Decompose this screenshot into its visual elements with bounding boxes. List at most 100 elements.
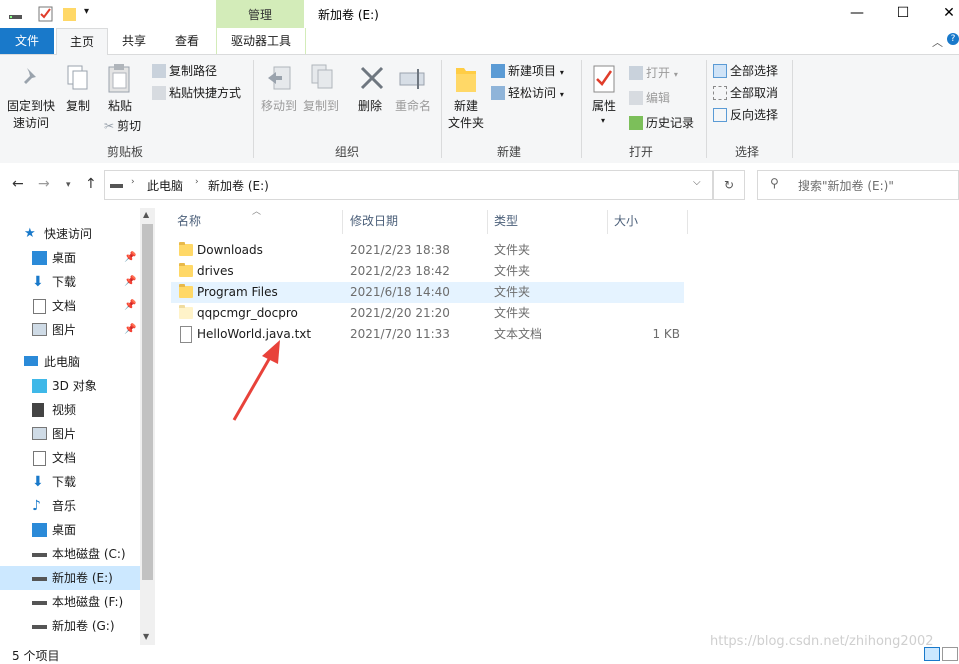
collapse-ribbon-icon[interactable]: ︿ — [932, 34, 943, 50]
nav-pane-scroll-thumb[interactable] — [142, 224, 153, 580]
select-all-button[interactable]: 全部选择 — [713, 61, 778, 81]
nav-quick-item-desktop[interactable]: 桌面 📌 — [0, 246, 140, 270]
column-divider[interactable] — [487, 210, 488, 234]
breadcrumb-current-drive[interactable]: 新加卷 (E:) — [208, 177, 269, 194]
paste-shortcut-icon — [152, 86, 166, 100]
nav-item-label: 文档 — [52, 299, 77, 313]
nav-pc-item-drive-g[interactable]: 新加卷 (G:) — [0, 614, 140, 638]
file-row[interactable]: drives 2021/2/23 18:42 文件夹 — [171, 261, 684, 282]
nav-pc-item-documents[interactable]: 文档 — [0, 446, 140, 470]
paste-shortcut-button[interactable]: 粘贴快捷方式 — [152, 83, 241, 103]
tab-file[interactable]: 文件 — [0, 28, 54, 54]
nav-quick-item-pictures[interactable]: 图片 📌 — [0, 318, 140, 342]
new-folder-quick-icon[interactable] — [62, 6, 78, 22]
file-modified: 2021/7/20 11:33 — [350, 327, 450, 341]
maximize-button[interactable]: ☐ — [880, 0, 926, 28]
cut-button[interactable]: ✂ 剪切 — [104, 116, 141, 136]
large-icons-view-icon[interactable] — [942, 647, 958, 661]
group-divider — [706, 60, 707, 158]
scroll-up-arrow-icon[interactable]: ▲ — [143, 210, 149, 219]
folder-icon — [179, 242, 193, 256]
properties-icon — [592, 64, 616, 97]
properties-quick-icon[interactable] — [38, 6, 54, 22]
group-organize-label: 组织 — [334, 145, 359, 159]
paste-button[interactable]: 粘贴 — [100, 98, 140, 115]
column-divider[interactable] — [342, 210, 343, 234]
select-none-button[interactable]: 全部取消 — [713, 83, 778, 103]
recent-locations-icon[interactable]: ▾ — [66, 180, 71, 190]
download-arrow-icon: ⬇ — [32, 274, 44, 290]
nav-quick-item-documents[interactable]: 文档 📌 — [0, 294, 140, 318]
windows-drive-icon — [32, 553, 47, 557]
nav-pc-item-videos[interactable]: 视频 — [0, 398, 140, 422]
file-name: Program Files — [197, 285, 278, 299]
open-button[interactable]: 打开 ▾ — [629, 63, 678, 83]
file-type: 文件夹 — [494, 264, 531, 278]
nav-pc-item-music[interactable]: ♪ 音乐 — [0, 494, 140, 518]
search-box[interactable]: ⚲ 搜索"新加卷 (E:)" — [757, 170, 959, 200]
new-folder-button[interactable]: 新建 文件夹 — [444, 98, 488, 132]
file-row[interactable]: Downloads 2021/2/23 18:38 文件夹 — [171, 240, 684, 261]
edit-button[interactable]: 编辑 — [629, 88, 670, 108]
column-divider[interactable] — [607, 210, 608, 234]
chevron-down-icon: ▾ — [559, 90, 564, 99]
edit-icon — [629, 91, 643, 105]
details-view-icon[interactable] — [924, 647, 940, 661]
file-row[interactable]: qqpcmgr_docpro 2021/2/20 21:20 文件夹 — [171, 303, 684, 324]
column-header-modified[interactable]: 修改日期 — [350, 208, 398, 234]
refresh-button[interactable]: ↻ — [713, 170, 745, 200]
address-bar[interactable]: › 此电脑 › 新加卷 (E:) ⌵ — [104, 170, 713, 200]
delete-button[interactable]: 删除 — [352, 98, 388, 115]
drive-icon — [32, 601, 47, 605]
copy-path-button[interactable]: 复制路径 — [152, 61, 217, 81]
breadcrumb-this-pc[interactable]: 此电脑 — [147, 177, 183, 194]
minimize-button[interactable]: — — [834, 0, 880, 28]
forward-arrow-icon[interactable]: → — [38, 176, 50, 192]
nav-pc-item-downloads[interactable]: ⬇ 下载 — [0, 470, 140, 494]
tab-home[interactable]: 主页 — [56, 28, 108, 55]
rename-button[interactable]: 重命名 — [392, 98, 434, 115]
nav-this-pc[interactable]: 此电脑 — [0, 350, 140, 374]
nav-pc-item-pictures[interactable]: 图片 — [0, 422, 140, 446]
invert-selection-button[interactable]: 反向选择 — [713, 105, 778, 125]
pin-quick-access-button[interactable]: 固定到快 速访问 — [4, 98, 58, 132]
column-header-name[interactable]: 名称 — [177, 208, 201, 234]
history-button[interactable]: 历史记录 — [629, 113, 694, 133]
move-to-button[interactable]: 移动到 — [258, 98, 300, 115]
column-divider[interactable] — [687, 210, 688, 234]
copy-button[interactable]: 复制 — [60, 98, 96, 115]
nav-item-label: 3D 对象 — [52, 379, 97, 393]
tab-share[interactable]: 共享 — [112, 28, 156, 54]
customize-quick-access-icon[interactable]: ▾ — [84, 6, 89, 17]
tab-manage[interactable]: 管理 — [216, 0, 304, 28]
desktop-icon — [32, 251, 47, 265]
close-button[interactable]: ✕ — [926, 0, 959, 28]
nav-pc-item-drive-c[interactable]: 本地磁盘 (C:) — [0, 542, 140, 566]
window-title: 新加卷 (E:) — [318, 8, 379, 22]
easy-access-button[interactable]: 轻松访问 ▾ — [491, 83, 564, 103]
tab-view[interactable]: 查看 — [164, 28, 210, 54]
help-icon[interactable]: ? — [947, 33, 959, 45]
pinned-icon: 📌 — [124, 300, 137, 311]
column-header-size[interactable]: 大小 — [614, 208, 638, 234]
nav-pc-item-desktop[interactable]: 桌面 — [0, 518, 140, 542]
nav-quick-item-downloads[interactable]: ⬇ 下载 📌 — [0, 270, 140, 294]
properties-button[interactable]: 属性 — [586, 98, 622, 115]
nav-pc-item-drive-e[interactable]: 新加卷 (E:) — [0, 566, 140, 590]
desktop-icon — [32, 523, 47, 537]
back-arrow-icon[interactable]: ← — [12, 176, 24, 192]
up-arrow-icon[interactable]: ↑ — [85, 176, 97, 192]
new-item-button[interactable]: 新建项目 ▾ — [491, 61, 564, 81]
file-row[interactable]: Program Files 2021/6/18 14:40 文件夹 — [171, 282, 684, 303]
address-history-dropdown-icon[interactable]: ⌵ — [693, 177, 701, 188]
copy-to-button[interactable]: 复制到 — [300, 98, 342, 115]
column-header-type[interactable]: 类型 — [494, 208, 518, 234]
nav-pc-item-3d-objects[interactable]: 3D 对象 — [0, 374, 140, 398]
tab-drive-tools[interactable]: 驱动器工具 — [216, 28, 306, 54]
nav-quick-access[interactable]: ★ 快速访问 — [0, 222, 140, 246]
scroll-down-arrow-icon[interactable]: ▼ — [143, 632, 149, 641]
pinned-icon: 📌 — [124, 276, 137, 287]
nav-pc-item-drive-f[interactable]: 本地磁盘 (F:) — [0, 590, 140, 614]
drive-icon — [110, 184, 123, 188]
search-input[interactable]: 搜索"新加卷 (E:)" — [798, 177, 894, 194]
